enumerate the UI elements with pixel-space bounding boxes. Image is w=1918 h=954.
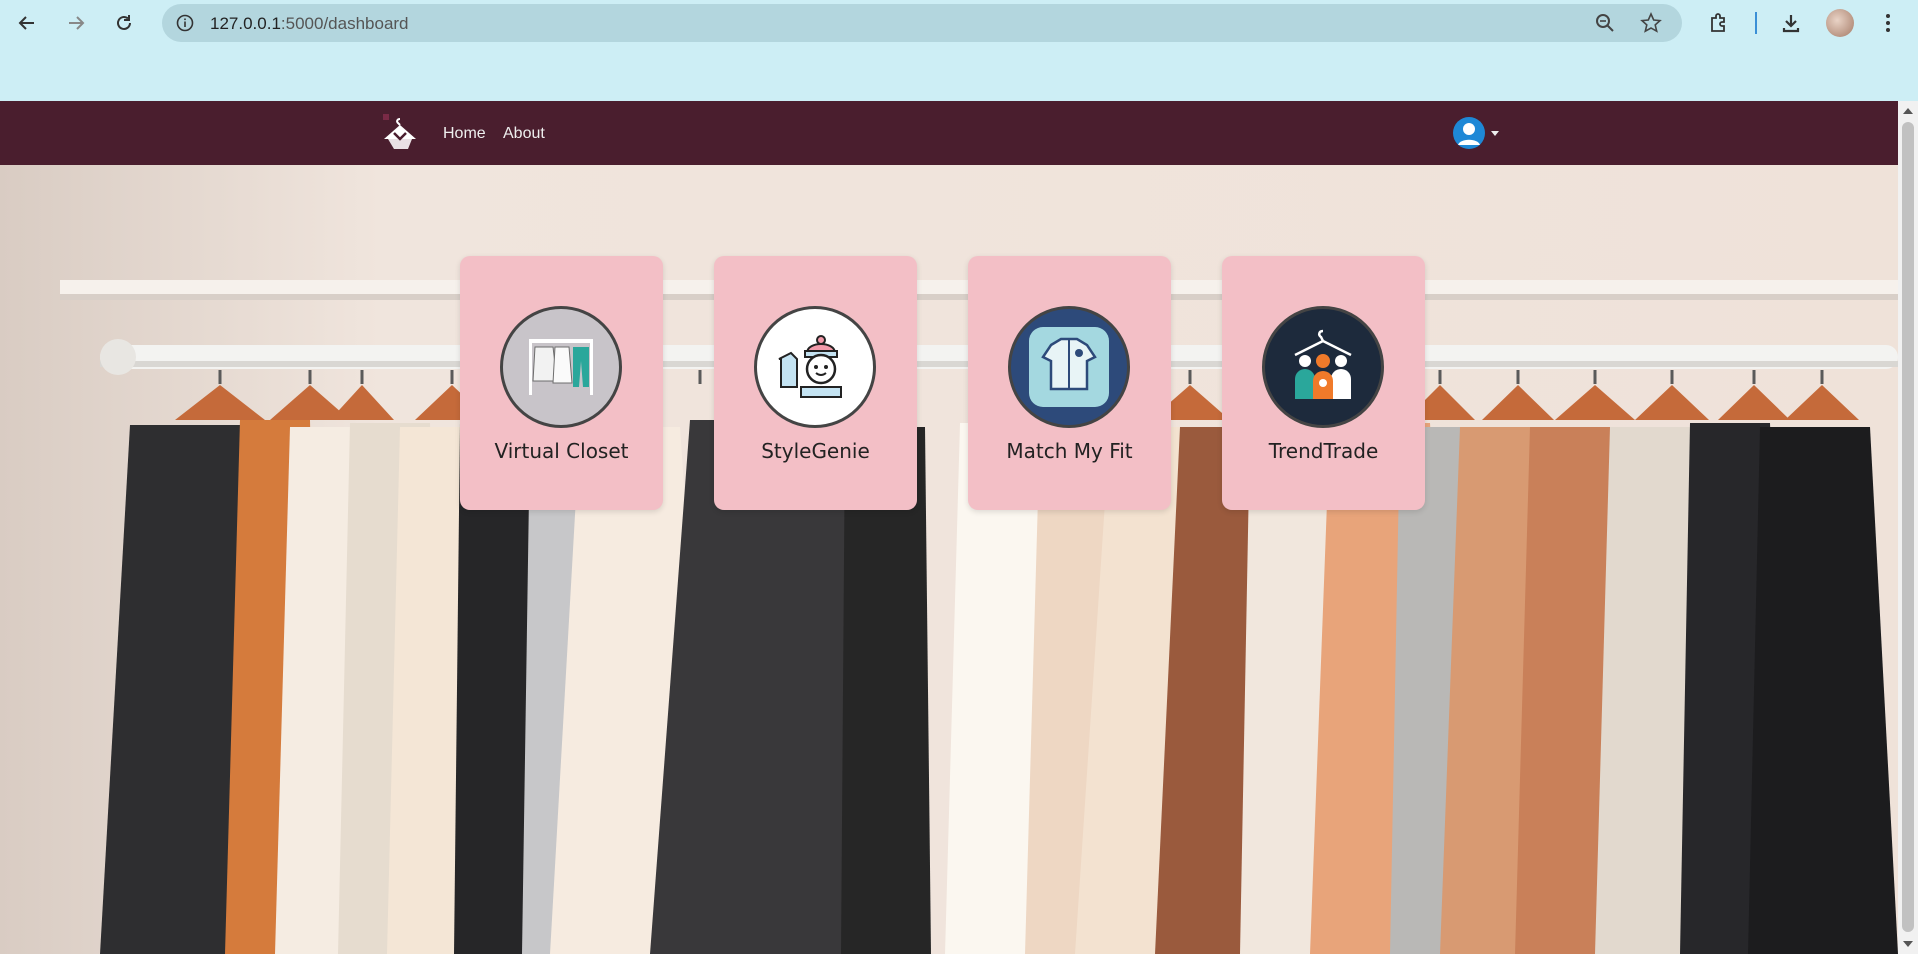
virtual-closet-card[interactable]: Virtual Closet: [460, 256, 663, 510]
info-icon[interactable]: [172, 10, 198, 36]
scrollbar-thumb[interactable]: [1902, 122, 1914, 932]
card-label: TrendTrade: [1268, 439, 1379, 463]
address-bar[interactable]: 127.0.0.1:5000/dashboard: [162, 4, 1682, 42]
reload-icon[interactable]: [109, 8, 139, 38]
trendtrade-card[interactable]: TrendTrade: [1222, 256, 1425, 510]
match-my-fit-card[interactable]: Match My Fit: [968, 256, 1171, 510]
hanger-logo-icon[interactable]: [380, 113, 420, 153]
star-icon[interactable]: [1640, 12, 1662, 39]
back-arrow-icon[interactable]: [12, 8, 42, 38]
forward-arrow-icon[interactable]: [61, 8, 91, 38]
extensions-icon[interactable]: [1704, 8, 1734, 38]
card-label: Virtual Closet: [494, 439, 629, 463]
dashboard-page: Home About Virtual Closet StyleGenie Mat…: [0, 101, 1898, 954]
url-path: :5000/dashboard: [280, 14, 409, 33]
nav-about-link[interactable]: About: [503, 125, 545, 143]
kebab-menu-icon[interactable]: [1873, 8, 1903, 38]
shirt-icon: [1008, 306, 1130, 428]
closet-background-image: [0, 165, 1898, 954]
url-text[interactable]: 127.0.0.1:5000/dashboard: [210, 14, 409, 34]
url-host: 127.0.0.1: [210, 14, 281, 33]
stylegenie-card[interactable]: StyleGenie: [714, 256, 917, 510]
card-label: Match My Fit: [1006, 439, 1133, 463]
chevron-down-icon[interactable]: [1491, 130, 1499, 136]
zoom-icon[interactable]: [1594, 12, 1616, 39]
wardrobe-hero-background: Virtual Closet StyleGenie Match My Fit T…: [0, 165, 1898, 954]
user-circle-icon[interactable]: [1453, 117, 1485, 149]
user-menu-dropdown[interactable]: [1453, 117, 1499, 149]
scroll-down-icon[interactable]: [1903, 941, 1913, 947]
community-hanger-icon: [1262, 306, 1384, 428]
card-label: StyleGenie: [761, 439, 870, 463]
profile-avatar[interactable]: [1826, 9, 1854, 37]
toolbar-separator: [1755, 12, 1757, 34]
page-scrollbar[interactable]: [1898, 101, 1918, 954]
browser-toolbar: 127.0.0.1:5000/dashboard: [0, 0, 1918, 101]
top-navbar: Home About: [0, 101, 1898, 165]
genie-avatar-icon: [754, 306, 876, 428]
clothes-rack-icon: [500, 306, 622, 428]
download-icon[interactable]: [1776, 8, 1806, 38]
scroll-up-icon[interactable]: [1903, 108, 1913, 114]
nav-home-link[interactable]: Home: [443, 125, 486, 143]
